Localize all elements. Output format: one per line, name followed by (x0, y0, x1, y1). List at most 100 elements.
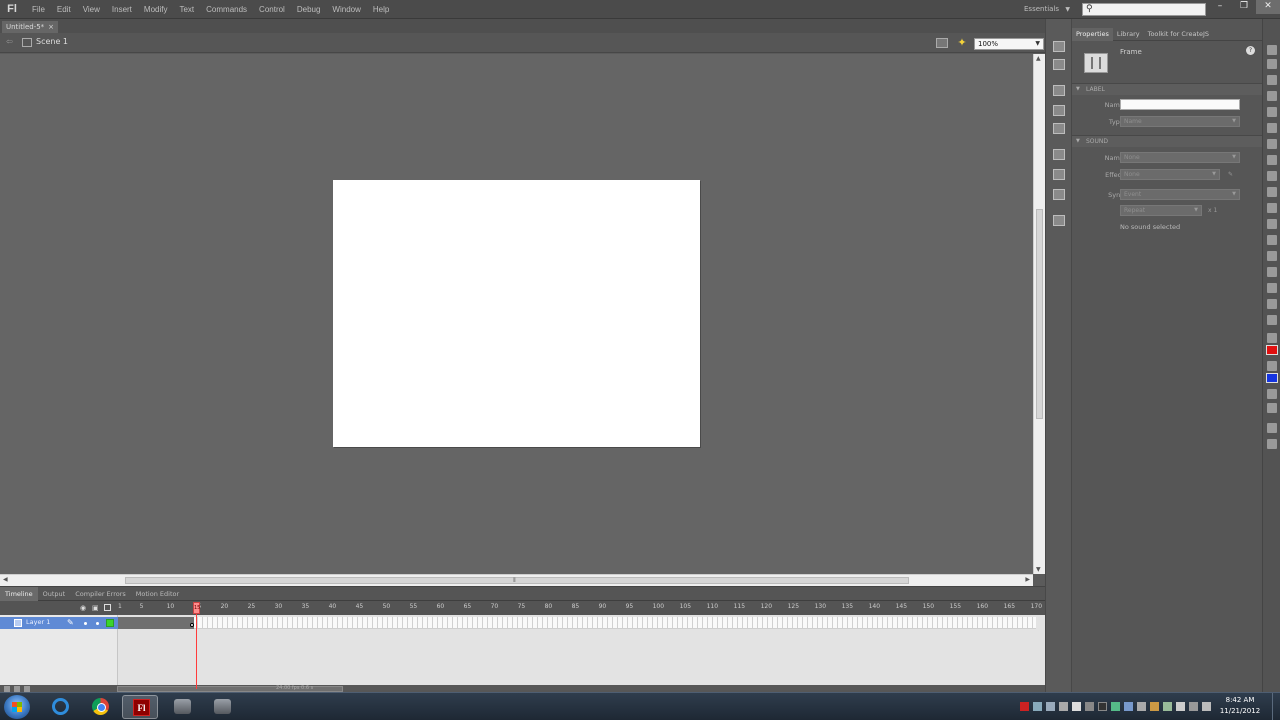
keyframe-icon[interactable] (190, 623, 194, 627)
lasso-tool-icon[interactable] (1267, 107, 1277, 117)
menu-help[interactable]: Help (367, 0, 395, 19)
eyedropper-tool-icon[interactable] (1267, 267, 1277, 277)
scene-breadcrumb[interactable]: Scene 1 (36, 37, 68, 46)
components-icon[interactable] (1053, 169, 1065, 180)
edit-scene-icon[interactable]: ✦ (955, 37, 969, 49)
zoom-select[interactable]: 100% ▼ (974, 38, 1044, 50)
tray-icon[interactable] (1046, 702, 1055, 711)
frame-span[interactable] (118, 617, 194, 629)
menu-edit[interactable]: Edit (51, 0, 77, 19)
menu-control[interactable]: Control (253, 0, 291, 19)
close-tab-icon[interactable]: × (48, 21, 54, 33)
taskbar-chrome[interactable] (82, 695, 118, 719)
taskbar-app-4[interactable] (164, 695, 200, 719)
tray-icon[interactable] (1111, 702, 1120, 711)
help-search-input[interactable]: ⚲ (1082, 3, 1206, 16)
close-icon[interactable]: ✕ (1256, 0, 1280, 14)
lock-dot-icon[interactable] (96, 622, 99, 625)
pen-tool-icon[interactable] (1267, 123, 1277, 133)
pencil-tool-icon[interactable] (1267, 187, 1277, 197)
zoom-tool-icon[interactable] (1267, 315, 1277, 325)
swatches-panel-icon[interactable] (1053, 85, 1065, 96)
edit-envelope-icon[interactable]: ✎ (1228, 170, 1236, 179)
info-panel-icon[interactable] (1053, 105, 1065, 116)
tray-icon[interactable] (1150, 702, 1159, 711)
lock-icon[interactable]: ▣ (92, 604, 99, 612)
tray-icon[interactable] (1033, 702, 1042, 711)
tray-icon[interactable] (1098, 702, 1107, 711)
effect-select[interactable]: None ▼ (1120, 169, 1220, 180)
scroll-up-icon[interactable]: ▲ (1036, 55, 1041, 62)
show-desktop-button[interactable] (1272, 693, 1280, 720)
document-tab[interactable]: Untitled-5* × (2, 21, 58, 33)
layer-name[interactable]: Layer 1 (26, 618, 50, 626)
tray-icon[interactable] (1137, 702, 1146, 711)
repeat-count[interactable]: x 1 (1208, 206, 1232, 215)
snap-to-objects-icon[interactable] (1267, 423, 1277, 433)
history-panel-icon[interactable] (1053, 215, 1065, 226)
help-icon[interactable]: ? (1246, 46, 1255, 55)
menu-window[interactable]: Window (326, 0, 366, 19)
align-panel-icon[interactable] (1053, 41, 1065, 52)
eye-icon[interactable]: ◉ (80, 604, 87, 612)
horizontal-scrollbar[interactable]: ◀ ⦀ ▶ (0, 574, 1033, 586)
3d-rotation-tool-icon[interactable] (1267, 91, 1277, 101)
tab-output[interactable]: Output (38, 587, 71, 601)
subselection-tool-icon[interactable] (1267, 59, 1277, 69)
fps-value[interactable]: 24.00 fps (276, 685, 299, 691)
paint-bucket-tool-icon[interactable] (1267, 251, 1277, 261)
volume-icon[interactable] (1176, 702, 1185, 711)
start-button[interactable] (4, 695, 30, 719)
tray-icon[interactable] (1189, 702, 1198, 711)
taskbar-ie[interactable] (42, 695, 78, 719)
outline-icon[interactable] (104, 604, 111, 611)
menu-debug[interactable]: Debug (291, 0, 327, 19)
eraser-tool-icon[interactable] (1267, 283, 1277, 293)
stroke-color-swatch[interactable] (1266, 345, 1278, 355)
sound-name-select[interactable]: None ▼ (1120, 152, 1240, 163)
tab-compiler-errors[interactable]: Compiler Errors (70, 587, 131, 601)
tray-icon[interactable] (1072, 702, 1081, 711)
stage[interactable] (333, 180, 700, 447)
hand-tool-icon[interactable] (1267, 299, 1277, 309)
label-type-select[interactable]: Name ▼ (1120, 116, 1240, 127)
menu-view[interactable]: View (77, 0, 106, 19)
smooth-icon[interactable] (1267, 439, 1277, 449)
frames-area[interactable] (118, 617, 1036, 629)
tab-timeline[interactable]: Timeline (0, 587, 38, 601)
sound-section-header[interactable]: ▼ SOUND (1072, 135, 1262, 147)
black-white-icon[interactable] (1267, 389, 1277, 399)
label-section-header[interactable]: ▼ LABEL (1072, 83, 1262, 95)
menu-text[interactable]: Text (173, 0, 200, 19)
tray-icon[interactable] (1085, 702, 1094, 711)
workspace-switcher[interactable]: Essentials ▼ (1018, 3, 1074, 16)
menu-modify[interactable]: Modify (138, 0, 174, 19)
layer-row[interactable]: Layer 1 ✎ (0, 617, 118, 629)
clock[interactable]: 8:42 AM 11/21/2012 (1212, 695, 1268, 717)
edit-symbols-icon[interactable] (936, 38, 948, 48)
motion-presets-icon[interactable] (1053, 189, 1065, 200)
free-transform-tool-icon[interactable] (1267, 75, 1277, 85)
code-snippets-icon[interactable] (1053, 149, 1065, 160)
color-panel-icon[interactable] (1053, 59, 1065, 70)
menu-commands[interactable]: Commands (200, 0, 253, 19)
menu-file[interactable]: File (26, 0, 51, 19)
fill-color-swatch[interactable] (1266, 373, 1278, 383)
taskbar-flash[interactable]: Fl (122, 695, 158, 719)
vertical-scrollbar[interactable]: ▲ ▼ (1033, 54, 1045, 574)
visibility-dot-icon[interactable] (84, 622, 87, 625)
frame-ruler[interactable]: 1510152025303540455055606570758085909510… (118, 601, 1042, 615)
minimize-icon[interactable]: – (1208, 0, 1232, 14)
tab-library[interactable]: Library (1113, 28, 1144, 41)
bluetooth-icon[interactable] (1124, 702, 1133, 711)
scroll-right-icon[interactable]: ▶ (1025, 576, 1030, 583)
swap-colors-icon[interactable] (1267, 403, 1277, 413)
flash-tray-icon[interactable] (1020, 702, 1029, 711)
tray-icon[interactable] (1202, 702, 1211, 711)
scroll-left-icon[interactable]: ◀ (3, 576, 8, 583)
deco-tool-icon[interactable] (1267, 219, 1277, 229)
repeat-select[interactable]: Repeat ▼ (1120, 205, 1202, 216)
transform-panel-icon[interactable] (1053, 123, 1065, 134)
tab-toolkit[interactable]: Toolkit for CreateJS (1144, 28, 1213, 41)
tab-properties[interactable]: Properties (1072, 28, 1113, 41)
